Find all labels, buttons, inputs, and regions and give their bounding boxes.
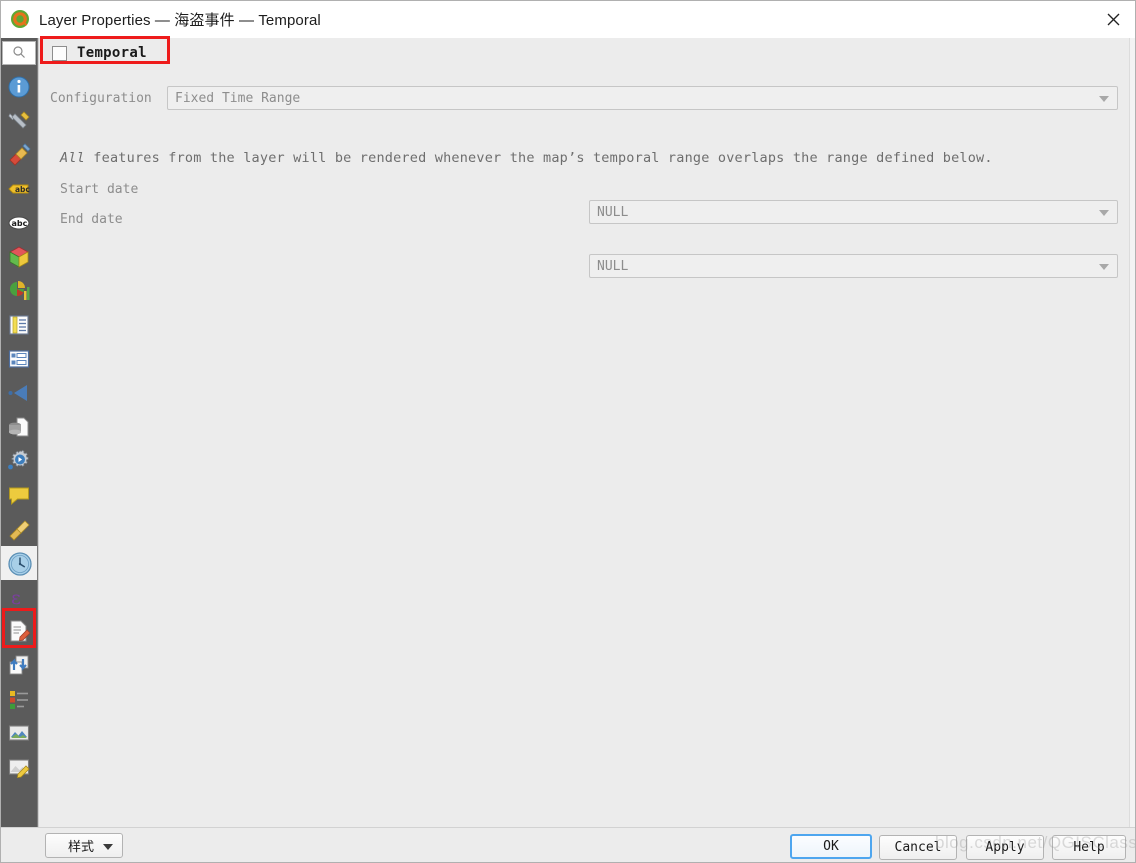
ok-button[interactable]: OK bbox=[790, 834, 872, 859]
sidebar-item-temporal[interactable] bbox=[0, 546, 38, 580]
gear-play-icon bbox=[7, 449, 31, 473]
sidebar-item-dependencies[interactable] bbox=[0, 648, 38, 682]
sidebar-item-actions[interactable] bbox=[0, 444, 38, 478]
vertical-scrollbar[interactable] bbox=[1129, 38, 1136, 827]
chevron-down-icon bbox=[1099, 96, 1109, 102]
close-icon[interactable] bbox=[1090, 0, 1136, 38]
wrench-screwdriver-icon bbox=[7, 109, 31, 133]
sidebar-item-information[interactable] bbox=[0, 70, 38, 104]
information-icon bbox=[7, 75, 31, 99]
abc-label-icon: abc bbox=[7, 177, 31, 201]
temporal-enable-checkbox[interactable] bbox=[52, 45, 67, 61]
database-document-icon bbox=[7, 415, 31, 439]
epsilon-icon: ε bbox=[7, 585, 31, 609]
configuration-label-row: Configuration bbox=[50, 86, 170, 110]
broom-icon bbox=[7, 517, 31, 541]
qgis-logo-icon bbox=[10, 9, 30, 29]
style-button-label: 样式 bbox=[67, 839, 94, 854]
description-rest: features from the layer will be rendered… bbox=[84, 150, 993, 166]
start-date-value: NULL bbox=[597, 204, 629, 220]
chevron-down-icon bbox=[103, 843, 113, 850]
abc-mask-icon: abc bbox=[7, 211, 31, 235]
sidebar-item-qgis-server[interactable] bbox=[0, 716, 38, 750]
description-emphasis: All bbox=[60, 150, 85, 166]
start-date-label: Start date bbox=[60, 181, 139, 197]
chevron-down-icon bbox=[1099, 210, 1109, 216]
apply-button[interactable]: Apply bbox=[966, 835, 1044, 860]
pie-bar-chart-icon bbox=[7, 279, 31, 303]
legend-swatches-icon bbox=[7, 687, 31, 711]
chevron-down-icon bbox=[1099, 264, 1109, 270]
speech-bubble-icon bbox=[7, 483, 31, 507]
start-date-field[interactable]: NULL bbox=[589, 200, 1118, 224]
sidebar-item-fields[interactable] bbox=[0, 308, 38, 342]
sidebar-item-symbology[interactable] bbox=[0, 138, 38, 172]
end-date-field[interactable]: NULL bbox=[589, 254, 1118, 278]
temporal-form: Configuration Fixed Time Range All featu… bbox=[38, 72, 1136, 278]
configuration-value: Fixed Time Range bbox=[175, 90, 301, 106]
properties-sidebar: abc abc ε bbox=[0, 38, 38, 827]
sidebar-item-display[interactable] bbox=[0, 478, 38, 512]
cancel-button-label: Cancel bbox=[894, 840, 942, 855]
panel-divider bbox=[38, 38, 39, 827]
configuration-combo[interactable]: Fixed Time Range bbox=[167, 86, 1118, 110]
sidebar-item-list: abc abc ε bbox=[0, 70, 38, 827]
configuration-label: Configuration bbox=[50, 90, 152, 106]
apply-button-label: Apply bbox=[985, 840, 1025, 855]
help-button[interactable]: Help bbox=[1052, 835, 1126, 860]
layer-properties-dialog: Layer Properties — 海盗事件 — Temporal abc a… bbox=[0, 0, 1136, 863]
end-date-value: NULL bbox=[597, 258, 629, 274]
temporal-description: All features from the layer will be rend… bbox=[60, 150, 993, 166]
map-image-icon bbox=[7, 721, 31, 745]
paintbrush-icon bbox=[7, 143, 31, 167]
title-bar: Layer Properties — 海盗事件 — Temporal bbox=[0, 0, 1136, 38]
sidebar-item-3d-view[interactable] bbox=[0, 240, 38, 274]
ok-button-label: OK bbox=[823, 839, 839, 854]
map-pencil-icon bbox=[7, 755, 31, 779]
temporal-group-title: Temporal bbox=[77, 45, 147, 61]
sync-arrows-icon bbox=[7, 653, 31, 677]
help-button-label: Help bbox=[1073, 840, 1105, 855]
sidebar-item-auxiliary-storage[interactable] bbox=[0, 410, 38, 444]
sidebar-item-joins[interactable] bbox=[0, 376, 38, 410]
temporal-group-header[interactable]: Temporal bbox=[46, 40, 159, 66]
sidebar-item-labels[interactable]: abc bbox=[0, 172, 38, 206]
end-date-label: End date bbox=[60, 211, 123, 227]
style-button[interactable]: 样式 bbox=[45, 833, 123, 858]
sidebar-item-legend[interactable] bbox=[0, 682, 38, 716]
svg-text:abc: abc bbox=[12, 219, 28, 228]
cancel-button[interactable]: Cancel bbox=[879, 835, 957, 860]
sidebar-item-diagrams[interactable] bbox=[0, 274, 38, 308]
sidebar-item-masks[interactable]: abc bbox=[0, 206, 38, 240]
start-date-label-row: Start date bbox=[60, 177, 260, 201]
search-icon bbox=[12, 45, 26, 62]
document-pencil-icon bbox=[7, 619, 31, 643]
fields-table-icon bbox=[7, 313, 31, 337]
sidebar-item-source[interactable] bbox=[0, 104, 38, 138]
svg-text:abc: abc bbox=[15, 185, 30, 194]
cube-icon bbox=[7, 245, 31, 269]
join-triangle-icon bbox=[7, 381, 31, 405]
end-date-label-row: End date bbox=[60, 207, 260, 231]
sidebar-item-metadata[interactable] bbox=[0, 614, 38, 648]
search-input[interactable] bbox=[2, 41, 36, 65]
sidebar-item-rendering[interactable] bbox=[0, 512, 38, 546]
sidebar-item-attributes-form[interactable] bbox=[0, 342, 38, 376]
temporal-properties-panel: Temporal Configuration Fixed Time Range … bbox=[38, 38, 1136, 827]
sidebar-item-digitizing[interactable] bbox=[0, 750, 38, 784]
attributes-form-icon bbox=[7, 347, 31, 371]
sidebar-item-variables[interactable]: ε bbox=[0, 580, 38, 614]
clock-icon bbox=[7, 551, 32, 576]
page-title: Layer Properties — 海盗事件 — Temporal bbox=[39, 11, 321, 29]
dialog-footer: 样式 OK Cancel Apply Help bbox=[0, 827, 1136, 863]
svg-text:ε: ε bbox=[11, 587, 21, 609]
